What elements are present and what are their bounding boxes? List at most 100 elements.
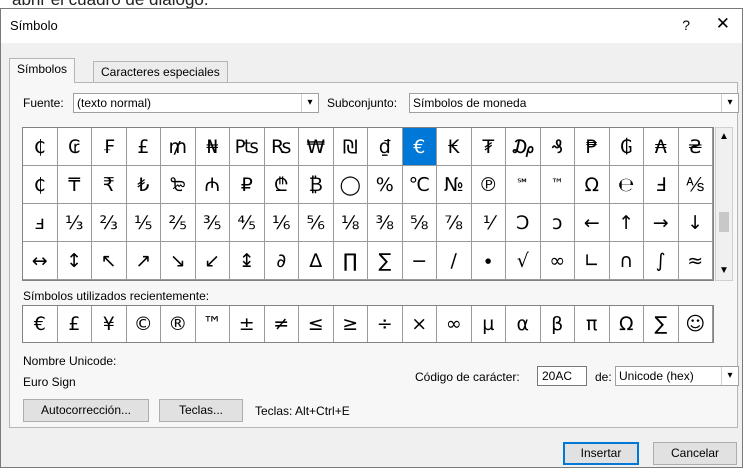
recent-symbol-cell[interactable]: β [541,306,575,342]
symbol-cell[interactable]: ⅗ [195,204,230,242]
symbol-cell[interactable]: ⅚ [299,204,334,242]
symbol-cell[interactable]: ₪ [333,128,368,166]
symbol-cell[interactable]: ₮ [471,128,506,166]
symbol-cell[interactable]: ↙ [195,242,230,280]
symbol-cell[interactable]: ∙ [471,242,506,280]
symbol-cell[interactable]: ⅛ [333,204,368,242]
scroll-down-icon[interactable]: ▼ [716,262,732,280]
symbol-cell[interactable]: % [368,166,403,204]
help-button[interactable]: ? [682,17,690,33]
symbol-cell[interactable]: ⅍ [678,166,713,204]
symbol-cell-selected[interactable]: € [402,128,437,166]
symbol-cell[interactable]: ⅟ [471,204,506,242]
symbol-cell[interactable]: − [402,242,437,280]
symbol-cell[interactable]: £ [126,128,161,166]
symbol-cell[interactable]: ℃ [402,166,437,204]
recent-symbol-cell[interactable]: µ [472,306,506,342]
symbol-cell[interactable]: ∆ [299,242,334,280]
symbol-cell[interactable]: ↕ [57,242,92,280]
close-icon[interactable]: ✕ [716,14,730,34]
cancel-button[interactable]: Cancelar [653,442,737,465]
recent-symbol-cell[interactable]: × [403,306,437,342]
character-code-input[interactable]: 20AC [537,366,587,386]
scrollbar-thumb[interactable] [719,212,729,232]
symbol-cell[interactable]: ⅝ [402,204,437,242]
symbol-cell[interactable]: ₯ [506,128,541,166]
symbol-cell[interactable]: ₾ [264,166,299,204]
symbol-cell[interactable]: ₿ [299,166,334,204]
recent-symbol-cell[interactable]: ≤ [299,306,334,342]
from-select[interactable]: Unicode (hex) ▾ [615,366,739,386]
recent-symbol-cell[interactable]: ™ [196,306,230,342]
symbol-cell[interactable]: ₱ [575,128,610,166]
symbol-cell[interactable]: ℠ [506,166,541,204]
subset-select[interactable]: Símbolos de moneda ▾ [409,93,739,113]
symbol-grid-scrollbar[interactable]: ▲ ▼ [715,127,733,281]
recent-symbol-cell[interactable]: π [575,306,610,342]
recent-symbol-cell[interactable]: € [23,306,58,342]
symbol-cell[interactable]: ₦ [195,128,230,166]
symbol-cell[interactable]: ⅎ [23,204,58,242]
symbol-cell[interactable]: ₨ [264,128,299,166]
symbol-cell[interactable]: ↔ [23,242,58,280]
insert-button[interactable]: Insertar [563,442,639,465]
recent-symbol-cell[interactable]: ≥ [334,306,368,342]
symbol-cell[interactable]: ₲ [609,128,644,166]
symbol-cell[interactable]: ∑ [368,242,403,280]
symbol-cell[interactable]: ∕ [437,242,472,280]
symbol-cell[interactable]: ↄ [540,204,575,242]
symbol-cell[interactable]: ₰ [540,128,575,166]
symbol-cell[interactable]: ₧ [230,128,265,166]
font-select[interactable]: (texto normal) ▾ [73,93,319,113]
symbol-cell[interactable]: ⅓ [57,204,92,242]
symbol-cell[interactable]: √ [506,242,541,280]
symbol-cell[interactable]: ₽ [230,166,265,204]
symbol-cell[interactable]: ↗ [126,242,161,280]
symbol-cell[interactable]: ∟ [575,242,610,280]
scroll-up-icon[interactable]: ▲ [716,128,732,146]
symbol-cell[interactable]: ₻ [161,166,196,204]
symbol-cell[interactable]: ℮ [609,166,644,204]
autocorrect-button[interactable]: Autocorrección... [23,399,149,422]
symbol-cell[interactable]: ℗ [471,166,506,204]
symbol-cell[interactable]: ↓ [678,204,713,242]
symbol-cell[interactable]: ∂ [264,242,299,280]
symbol-cell[interactable]: → [644,204,679,242]
symbol-cell[interactable]: ⅕ [126,204,161,242]
symbol-cell[interactable]: ₸ [57,166,92,204]
tab-special-characters[interactable]: Caracteres especiales [93,61,228,83]
symbol-cell[interactable]: ↘ [161,242,196,280]
recent-symbol-cell[interactable]: ☺ [679,306,713,342]
recent-symbol-cell[interactable]: ∞ [437,306,472,342]
symbol-cell[interactable]: № [437,166,472,204]
recent-symbol-cell[interactable]: ∑ [644,306,679,342]
symbol-cell[interactable]: ™ [540,166,575,204]
symbol-cell[interactable]: ₢ [57,128,92,166]
symbol-cell[interactable]: ₵ [23,128,58,166]
symbol-cell[interactable]: Ⅎ [644,166,679,204]
recent-symbol-cell[interactable]: α [506,306,541,342]
symbol-cell[interactable]: ⅘ [230,204,265,242]
recent-symbol-cell[interactable]: £ [58,306,92,342]
symbol-cell[interactable]: ₴ [678,128,713,166]
recent-symbol-cell[interactable]: ± [230,306,265,342]
recent-symbol-cell[interactable]: ≠ [265,306,299,342]
recent-symbol-cell[interactable]: ® [161,306,196,342]
symbol-cell[interactable]: ↨ [230,242,265,280]
symbol-cell[interactable]: ⅞ [437,204,472,242]
symbol-cell[interactable]: ← [575,204,610,242]
symbol-cell[interactable]: ⅔ [92,204,127,242]
symbol-cell[interactable]: ₫ [368,128,403,166]
symbol-cell[interactable]: ◯ [333,166,368,204]
symbol-cell[interactable]: Ω [575,166,610,204]
symbol-cell[interactable]: ∞ [540,242,575,280]
symbol-cell[interactable]: ₩ [299,128,334,166]
symbol-cell[interactable]: ∏ [333,242,368,280]
symbol-cell[interactable]: ↖ [92,242,127,280]
keys-button[interactable]: Teclas... [159,399,243,422]
symbol-cell[interactable]: ₳ [644,128,679,166]
recent-symbol-cell[interactable]: ÷ [368,306,403,342]
symbol-cell[interactable]: ≈ [678,242,713,280]
symbol-cell[interactable]: ↑ [609,204,644,242]
symbol-cell[interactable]: ∩ [609,242,644,280]
